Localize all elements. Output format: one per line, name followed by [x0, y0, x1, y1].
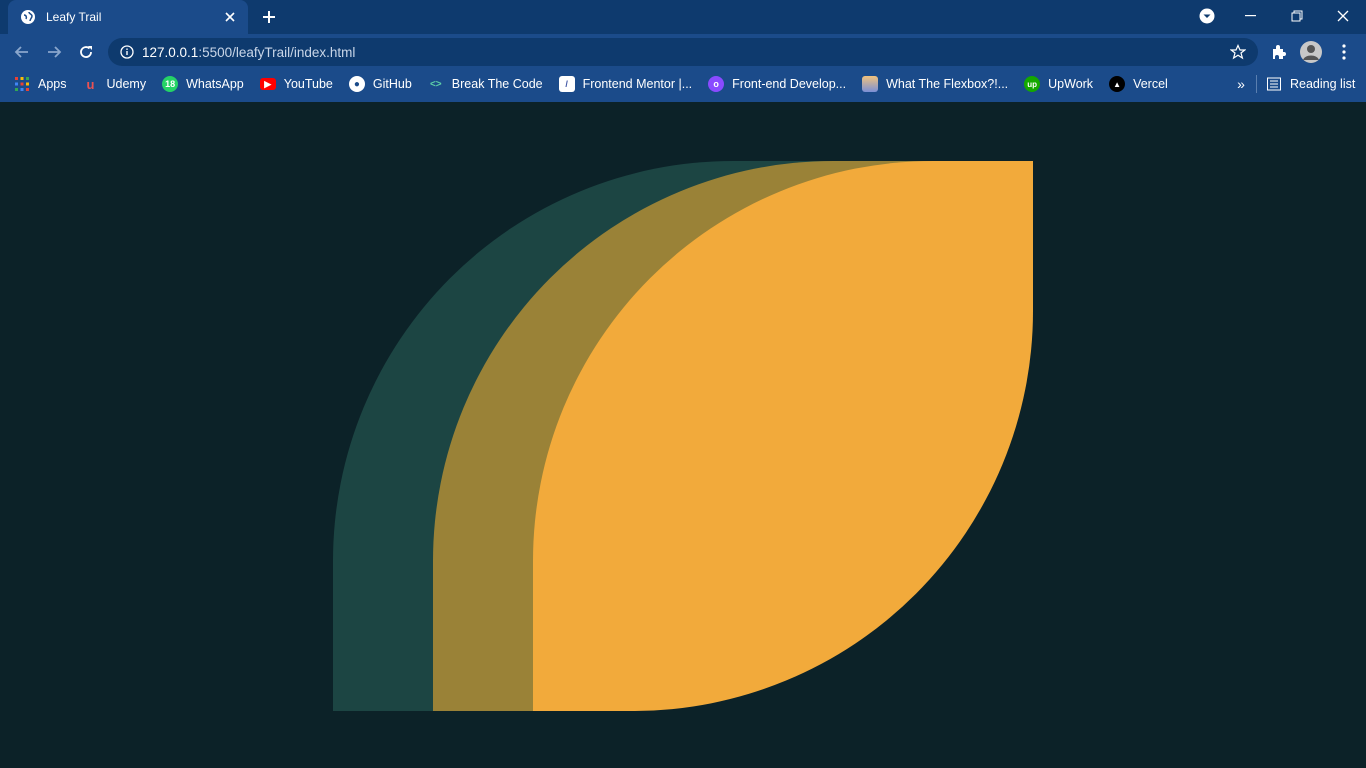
whatsapp-icon: 18: [162, 76, 179, 92]
bookmark-star-icon[interactable]: [1230, 44, 1246, 60]
browser-chrome: Leafy Trail 127.0.0.1:5500/leafyTrail/in…: [0, 0, 1366, 102]
reload-button[interactable]: [74, 40, 98, 64]
reading-list-button[interactable]: Reading list: [1256, 70, 1356, 98]
bookmark-frontend-mentor[interactable]: / Frontend Mentor |...: [558, 76, 693, 92]
toolbar: 127.0.0.1:5500/leafyTrail/index.html: [0, 34, 1366, 70]
github-icon: ●: [348, 76, 365, 92]
bookmark-label: UpWork: [1048, 77, 1094, 91]
bookmark-github[interactable]: ● GitHub: [348, 76, 412, 92]
bookmark-label: Front-end Develop...: [732, 77, 847, 91]
frontend-dev-icon: o: [708, 76, 725, 92]
reading-list-label: Reading list: [1290, 77, 1356, 91]
bookmark-flexbox[interactable]: What The Flexbox?!...: [862, 76, 1008, 92]
more-bookmarks-chevron-icon[interactable]: »: [1232, 74, 1250, 94]
bookmark-label: Udemy: [106, 77, 147, 91]
bookmark-label: What The Flexbox?!...: [886, 77, 1009, 91]
bookmark-label: WhatsApp: [186, 77, 244, 91]
address-bar[interactable]: 127.0.0.1:5500/leafyTrail/index.html: [108, 38, 1258, 66]
upwork-icon: up: [1024, 76, 1041, 92]
bookmark-label: Break The Code: [451, 77, 543, 91]
globe-icon: [21, 10, 35, 24]
close-tab-icon[interactable]: [222, 9, 238, 25]
bookmark-vercel[interactable]: ▲ Vercel: [1109, 76, 1168, 92]
bookmarks-bar: Apps u Udemy 18 WhatsApp ▶ YouTube ● Git…: [0, 70, 1366, 98]
bookmark-label: GitHub: [372, 77, 412, 91]
back-button[interactable]: [10, 40, 34, 64]
flexbox-icon: [862, 76, 879, 92]
minimize-button[interactable]: [1228, 0, 1274, 32]
title-bar: Leafy Trail: [0, 0, 1366, 34]
bookmark-frontend-developer[interactable]: o Front-end Develop...: [708, 76, 846, 92]
page-viewport: [0, 102, 1366, 768]
tab-search-button[interactable]: [1184, 0, 1230, 32]
extensions-icon[interactable]: [1267, 40, 1291, 64]
bookmark-udemy[interactable]: u Udemy: [83, 76, 147, 92]
bookmark-label: Apps: [38, 77, 67, 91]
bookmark-upwork[interactable]: up UpWork: [1024, 76, 1093, 92]
forward-button[interactable]: [42, 40, 66, 64]
new-tab-button[interactable]: [258, 6, 280, 28]
tab-title: Leafy Trail: [46, 10, 102, 24]
menu-dots-icon[interactable]: [1332, 40, 1356, 64]
apps-grid-icon: [15, 77, 29, 91]
restore-button[interactable]: [1274, 0, 1320, 32]
close-window-button[interactable]: [1320, 0, 1366, 32]
site-info-icon[interactable]: [120, 45, 134, 59]
vercel-icon: ▲: [1109, 76, 1126, 92]
bookmark-break-the-code[interactable]: <> Break The Code: [428, 76, 543, 92]
avatar[interactable]: [1299, 40, 1323, 64]
bookmark-whatsapp[interactable]: 18 WhatsApp: [162, 76, 244, 92]
url-path: :5500/leafyTrail/index.html: [198, 44, 356, 60]
active-tab[interactable]: Leafy Trail: [8, 0, 248, 34]
bookmark-label: Frontend Mentor |...: [582, 77, 693, 91]
code-icon: <>: [429, 78, 442, 90]
frontend-mentor-icon: /: [558, 76, 575, 92]
bookmark-label: Vercel: [1133, 77, 1168, 91]
url-host: 127.0.0.1: [142, 44, 199, 60]
bookmark-youtube[interactable]: ▶ YouTube: [259, 77, 333, 91]
bookmark-label: YouTube: [283, 77, 333, 91]
divider: [1256, 75, 1257, 93]
reading-list-icon: [1267, 77, 1281, 91]
udemy-icon: u: [86, 76, 95, 92]
bookmark-apps[interactable]: Apps: [14, 76, 67, 92]
youtube-icon: ▶: [259, 78, 276, 90]
